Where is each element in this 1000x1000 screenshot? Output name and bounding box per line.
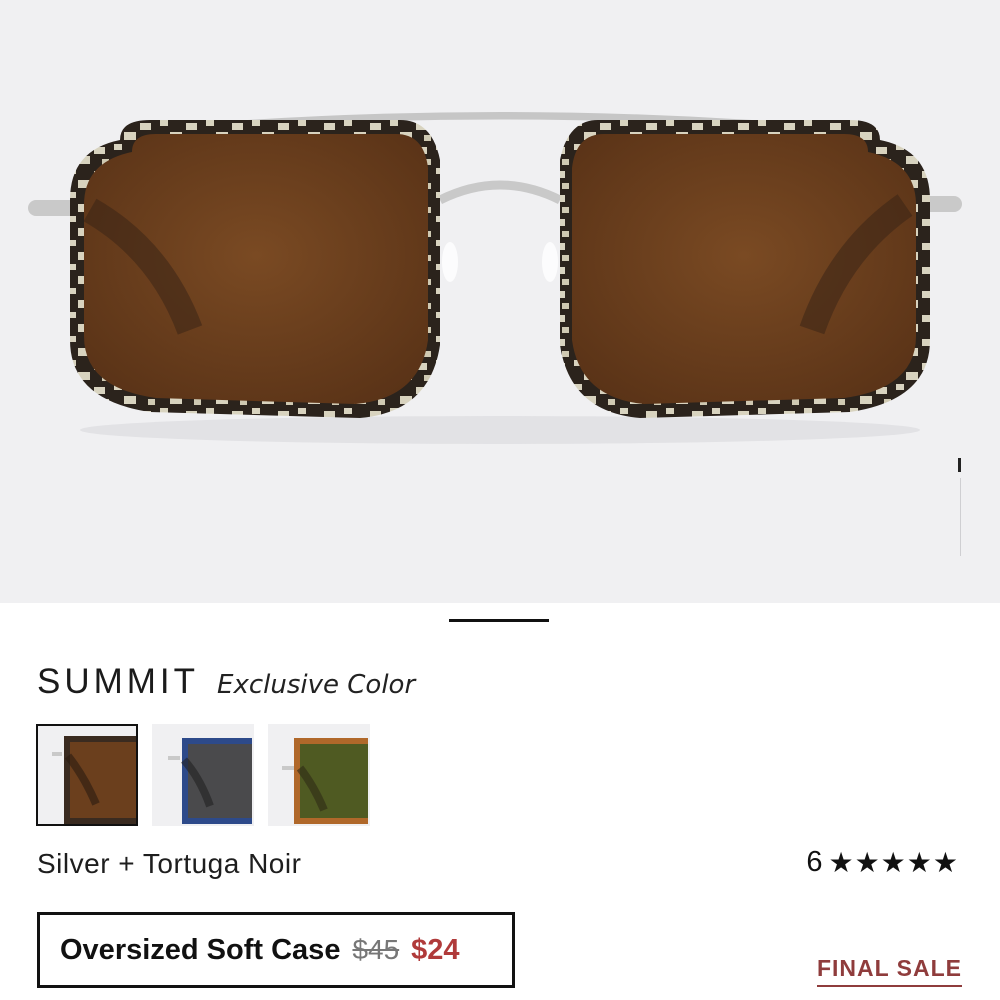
star-icon: ★ xyxy=(932,845,958,879)
selected-color-name: Silver + Tortuga Noir xyxy=(37,848,302,879)
swatch-amber-tortoise[interactable] xyxy=(268,724,370,826)
swatch-blue-tortoise[interactable] xyxy=(152,724,254,826)
sunglasses-illustration xyxy=(28,112,962,444)
product-tag: Exclusive Color xyxy=(217,670,416,700)
star-icon: ★ xyxy=(906,845,932,879)
rating[interactable]: 6 ★ ★ ★ ★ ★ xyxy=(806,846,958,879)
star-rating: ★ ★ ★ ★ ★ xyxy=(828,845,958,879)
product-title-row: SUMMIT Exclusive Color xyxy=(37,662,415,706)
addon-original-price: $45 xyxy=(352,934,400,965)
carousel-active-indicator[interactable] xyxy=(449,619,549,622)
product-name: SUMMIT xyxy=(37,662,200,701)
star-icon: ★ xyxy=(854,845,880,879)
product-image[interactable] xyxy=(0,0,1000,603)
addon-soft-case-button[interactable]: Oversized Soft Case $45 $24 xyxy=(37,912,515,988)
scroll-track xyxy=(960,478,961,556)
addon-name: Oversized Soft Case xyxy=(60,933,341,966)
final-sale-badge: FINAL SALE xyxy=(816,955,962,987)
rating-count: 6 xyxy=(806,846,823,878)
swatch-tortuga-noir[interactable] xyxy=(36,724,138,826)
star-icon: ★ xyxy=(828,845,854,879)
addon-sale-price: $24 xyxy=(411,933,460,966)
color-swatches xyxy=(36,724,370,826)
scroll-indicator xyxy=(958,458,961,472)
star-icon: ★ xyxy=(880,845,906,879)
